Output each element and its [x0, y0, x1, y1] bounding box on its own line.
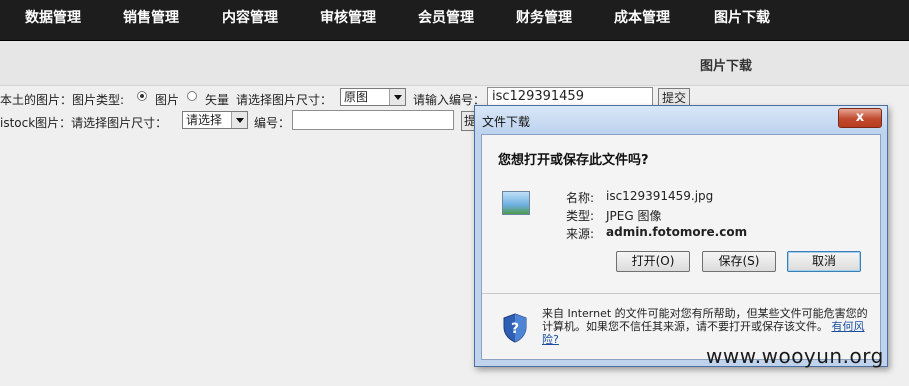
dialog-body: 您想打开或保存此文件吗? 名称: isc129391459.jpg 类型: JP…: [481, 134, 881, 360]
nav-item-members[interactable]: 会员管理: [418, 0, 474, 40]
file-name-label: 名称:: [566, 191, 595, 205]
close-button[interactable]: x: [838, 108, 882, 128]
file-type-label: 类型:: [566, 209, 595, 223]
file-type-value: JPEG 图像: [606, 209, 662, 223]
radio-vector-label: 矢量: [205, 93, 230, 107]
chevron-down-icon: [231, 112, 247, 128]
dialog-question: 您想打开或保存此文件吗?: [498, 153, 649, 168]
istock-code-input[interactable]: [292, 110, 454, 130]
image-file-icon: [502, 191, 530, 215]
nav-item-content[interactable]: 内容管理: [222, 0, 278, 40]
svg-text:?: ?: [511, 321, 519, 337]
cancel-button[interactable]: 取消: [787, 251, 861, 272]
sub-header: 图片下载: [0, 41, 909, 86]
istock-image-form: istock图片：请选择图片尺寸： 请选择 编号： 提: [0, 110, 480, 132]
security-warning-text: 来自 Internet 的文件可能对您有所帮助，但某些文件可能危害您的计算机。如…: [542, 307, 868, 333]
nav-item-cost[interactable]: 成本管理: [614, 0, 670, 40]
security-shield-icon: ?: [503, 313, 527, 343]
code-input[interactable]: isc129391459: [487, 87, 653, 107]
file-download-dialog: 文件下载 x 您想打开或保存此文件吗? 名称: isc129391459.jpg…: [474, 105, 888, 367]
nav-item-sales[interactable]: 销售管理: [123, 0, 179, 40]
close-icon: x: [855, 110, 865, 125]
watermark: www.wooyun.org: [706, 344, 884, 368]
istock-size-select[interactable]: 请选择: [182, 111, 248, 129]
save-button[interactable]: 保存(S): [702, 251, 776, 272]
istock-code-label: 编号：: [254, 116, 291, 130]
page-title: 图片下载: [700, 59, 753, 74]
dialog-title: 文件下载: [482, 115, 531, 129]
dialog-divider: [482, 293, 880, 294]
nav-item-finance[interactable]: 财务管理: [516, 0, 572, 40]
nav-item-review[interactable]: 审核管理: [320, 0, 376, 40]
security-warning: 来自 Internet 的文件可能对您有所帮助，但某些文件可能危害您的计算机。如…: [542, 307, 872, 346]
radio-vector[interactable]: [187, 91, 197, 101]
file-source-label: 来源:: [566, 227, 595, 241]
radio-image[interactable]: [137, 91, 147, 101]
top-nav: 数据管理 销售管理 内容管理 审核管理 会员管理 财务管理 成本管理 图片下载: [0, 0, 909, 41]
nav-item-image-download[interactable]: 图片下载: [714, 0, 770, 40]
size-label: 请选择图片尺寸：: [236, 93, 333, 107]
file-source-value: admin.fotomore.com: [606, 225, 748, 239]
chevron-down-icon: [389, 89, 405, 105]
size-select[interactable]: 原图: [340, 88, 406, 106]
open-button[interactable]: 打开(O): [616, 251, 690, 272]
istock-size-select-value: 请选择: [186, 113, 223, 127]
radio-image-label: 图片: [155, 93, 180, 107]
nav-item-data[interactable]: 数据管理: [25, 0, 81, 40]
file-name-value: isc129391459.jpg: [606, 189, 714, 203]
istock-label: istock图片：请选择图片尺寸：: [0, 116, 168, 130]
local-image-type-label: 本土的图片：图片类型:: [0, 93, 125, 107]
dialog-titlebar[interactable]: 文件下载 x: [475, 106, 887, 134]
size-select-value: 原图: [344, 90, 369, 104]
